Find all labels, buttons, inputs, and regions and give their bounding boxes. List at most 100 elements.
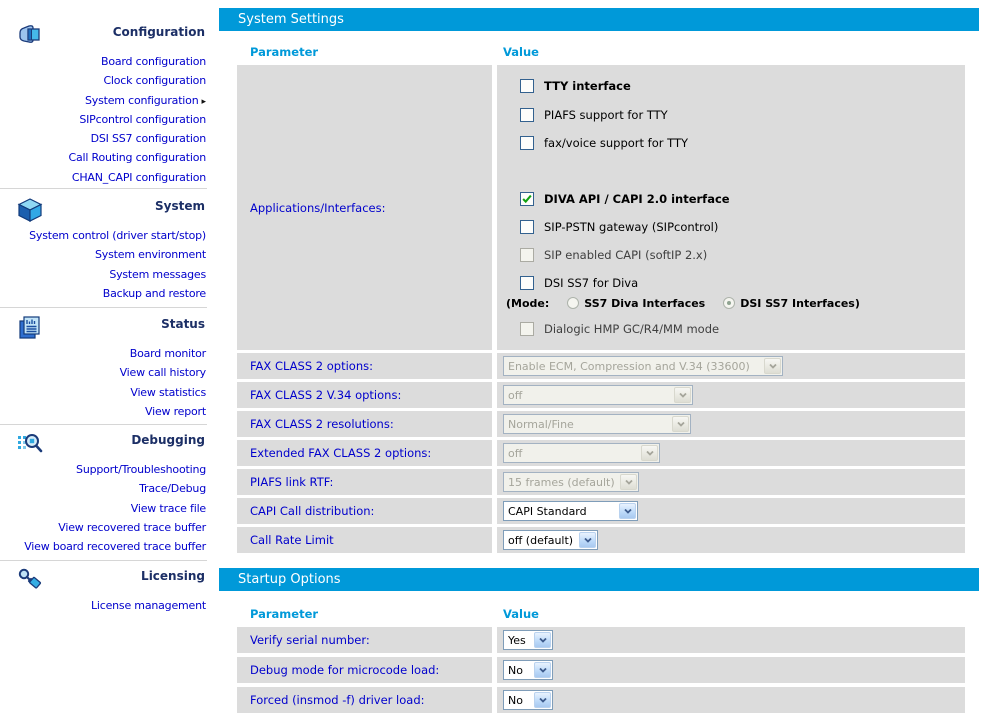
sidebar-item-view-call-history[interactable]: View call history: [120, 366, 206, 379]
select-value: Normal/Fine: [504, 418, 671, 431]
fax-class-2-v34-options-select: off: [503, 385, 693, 405]
column-headers: Parameter Value: [237, 31, 979, 65]
fax-voice-support-checkbox[interactable]: [520, 136, 534, 150]
tty-interface-checkbox[interactable]: [520, 79, 534, 93]
checkbox-row: SIP enabled CAPI (softIP 2.x): [520, 248, 965, 262]
chevron-down-icon: [579, 532, 596, 548]
chevron-down-icon: [764, 358, 781, 374]
sidebar-item-board-monitor[interactable]: Board monitor: [130, 347, 206, 360]
panel-title: System Settings: [238, 12, 344, 27]
debug-mode-microcode-load-select[interactable]: No: [503, 660, 553, 680]
ss7-diva-interfaces-radio: [567, 297, 579, 309]
select-value: off (default): [504, 534, 578, 547]
sidebar-item-system-messages[interactable]: System messages: [109, 268, 206, 281]
sidebar-item-clock-configuration[interactable]: Clock configuration: [103, 74, 206, 87]
select-value: off: [504, 389, 673, 402]
sidebar-item-view-trace-file[interactable]: View trace file: [131, 502, 206, 515]
licensing-links: License management: [0, 594, 206, 613]
chevron-down-icon: [672, 416, 689, 432]
parameter-label: PIAFS link RTF:: [237, 469, 492, 495]
checkbox-row: Dialogic HMP GC/R4/MM mode: [520, 322, 965, 336]
sidebar-item-trace-debug[interactable]: Trace/Debug: [139, 482, 206, 495]
checkbox-label: PIAFS support for TTY: [544, 108, 668, 122]
sidebar: Configuration Board configuration Clock …: [0, 0, 215, 714]
checkbox-row: DIVA API / CAPI 2.0 interface: [520, 192, 965, 206]
mode-prefix-label: (Mode:: [506, 297, 549, 310]
chevron-down-icon: [534, 692, 551, 708]
call-rate-limit-select[interactable]: off (default): [503, 530, 598, 550]
sidebar-item-sipcontrol-configuration[interactable]: SIPcontrol configuration: [79, 113, 206, 126]
piafs-support-checkbox[interactable]: [520, 108, 534, 122]
value-cell: Normal/Fine: [497, 411, 965, 437]
sidebar-item-backup-and-restore[interactable]: Backup and restore: [103, 287, 206, 300]
select-value: 15 frames (default): [504, 476, 619, 489]
parameter-label: CAPI Call distribution:: [237, 498, 492, 524]
configuration-links: Board configuration Clock configuration …: [0, 50, 206, 185]
checkbox-label: DIVA API / CAPI 2.0 interface: [544, 192, 730, 206]
value-column-header: Value: [497, 45, 965, 65]
chevron-down-icon: [534, 632, 551, 648]
select-value: off: [504, 447, 640, 460]
sidebar-item-view-recovered-trace-buffer[interactable]: View recovered trace buffer: [58, 521, 206, 534]
status-links: Board monitor View call history View sta…: [0, 342, 206, 419]
parameter-label: Verify serial number:: [237, 627, 492, 653]
parameter-label: FAX CLASS 2 options:: [237, 353, 492, 379]
panel-title: Startup Options: [238, 572, 341, 587]
sidebar-section-configuration: Configuration Board configuration Clock …: [0, 24, 206, 185]
value-cell: off (default): [497, 527, 965, 553]
sidebar-item-view-statistics[interactable]: View statistics: [130, 386, 206, 399]
diva-api-capi-checkbox[interactable]: [520, 192, 534, 206]
checkbox-label: DSI SS7 for Diva: [544, 276, 638, 290]
system-links: System control (driver start/stop) Syste…: [0, 224, 206, 301]
status-icon: [16, 314, 44, 342]
parameter-column-header: Parameter: [237, 45, 492, 65]
sidebar-item-license-management[interactable]: License management: [91, 599, 206, 612]
forced-driver-load-select[interactable]: No: [503, 690, 553, 710]
select-value: Yes: [504, 634, 533, 647]
checkbox-row: DSI SS7 for Diva: [520, 276, 965, 290]
sidebar-item-call-routing-configuration[interactable]: Call Routing configuration: [69, 151, 206, 164]
checkbox-label: SIP enabled CAPI (softIP 2.x): [544, 248, 707, 262]
sidebar-divider: [0, 560, 207, 561]
dsi-ss7-for-diva-checkbox[interactable]: [520, 276, 534, 290]
checkbox-row: fax/voice support for TTY: [520, 136, 965, 150]
sidebar-item-board-configuration[interactable]: Board configuration: [101, 55, 206, 68]
parameter-label: Call Rate Limit: [237, 527, 492, 553]
value-cell: off: [497, 382, 965, 408]
sidebar-section-system: System System control (driver start/stop…: [0, 198, 206, 301]
sidebar-item-dsi-ss7-configuration[interactable]: DSI SS7 configuration: [91, 132, 206, 145]
sidebar-item-support-troubleshooting[interactable]: Support/Troubleshooting: [76, 463, 206, 476]
column-headers: Parameter Value: [237, 591, 979, 627]
parameter-label: Forced (insmod -f) driver load:: [237, 687, 492, 713]
sidebar-item-view-report[interactable]: View report: [145, 405, 206, 418]
chevron-down-icon: [674, 387, 691, 403]
ss7-mode-row: (Mode: SS7 Diva Interfaces DSI SS7 Inter…: [506, 296, 965, 310]
sidebar-item-system-control[interactable]: System control (driver start/stop): [29, 229, 206, 242]
dialogic-hmp-mode-checkbox: [520, 322, 534, 336]
value-cell: Yes: [497, 627, 965, 653]
sidebar-section-debugging: Debugging Support/Troubleshooting Trace/…: [0, 432, 206, 554]
sidebar-item-chan-capi-configuration[interactable]: CHAN_CAPI configuration: [72, 171, 206, 184]
sidebar-item-system-environment[interactable]: System environment: [95, 248, 206, 261]
capi-call-distribution-select[interactable]: CAPI Standard: [503, 501, 638, 521]
system-settings-table: Applications/Interfaces: TTY interface P…: [237, 65, 979, 553]
checkbox-row: PIAFS support for TTY: [520, 108, 965, 122]
licensing-icon: [16, 566, 44, 594]
verify-serial-number-select[interactable]: Yes: [503, 630, 553, 650]
extended-fax-class-2-options-select: off: [503, 443, 660, 463]
select-value: No: [504, 694, 533, 707]
sidebar-item-system-configuration[interactable]: System configuration: [85, 94, 198, 107]
parameter-label: Debug mode for microcode load:: [237, 657, 492, 683]
sidebar-divider: [0, 188, 207, 189]
sidebar-section-licensing: Licensing License management: [0, 568, 206, 613]
chevron-down-icon: [534, 662, 551, 678]
parameter-column-header: Parameter: [237, 607, 492, 627]
value-cell: off: [497, 440, 965, 466]
sip-pstn-gateway-checkbox[interactable]: [520, 220, 534, 234]
sidebar-item-view-board-recovered-trace-buffer[interactable]: View board recovered trace buffer: [24, 540, 206, 553]
debugging-icon: [16, 430, 44, 458]
value-cell: No: [497, 687, 965, 713]
sidebar-section-status: Status Board monitor View call history V…: [0, 316, 206, 419]
value-cell: CAPI Standard: [497, 498, 965, 524]
system-icon: [16, 196, 44, 224]
